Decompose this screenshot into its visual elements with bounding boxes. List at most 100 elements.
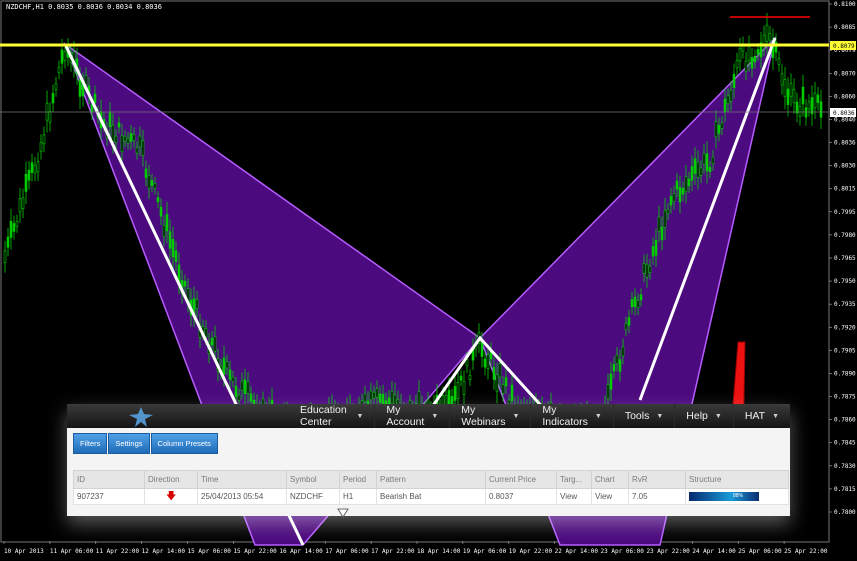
candle-body bbox=[156, 197, 160, 203]
candle-body bbox=[810, 97, 814, 115]
column-presets-button[interactable]: Column Presets bbox=[150, 433, 218, 454]
candle-body bbox=[654, 239, 658, 256]
nav-education-center[interactable]: Education Center ▼ bbox=[289, 404, 376, 428]
chevron-down-icon: ▼ bbox=[714, 412, 722, 420]
candle-body bbox=[678, 186, 682, 203]
nav-my-indicators[interactable]: My Indicators ▼ bbox=[531, 404, 614, 428]
price-tick-label: 0.7860 bbox=[834, 417, 856, 424]
candle-body bbox=[51, 93, 55, 104]
col-rvr[interactable]: RvR bbox=[628, 470, 686, 489]
candle-body bbox=[702, 153, 706, 165]
structure-progress-bar: 88% bbox=[689, 492, 759, 501]
candle-body bbox=[15, 220, 19, 227]
candle-body bbox=[6, 236, 10, 248]
chevron-down-icon: ▼ bbox=[594, 412, 602, 420]
col-pattern[interactable]: Pattern bbox=[376, 470, 486, 489]
candle-body bbox=[48, 111, 52, 123]
col-time[interactable]: Time bbox=[197, 470, 287, 489]
candle-body bbox=[735, 60, 739, 69]
candle-body bbox=[615, 354, 619, 364]
price-tick-label: 0.7950 bbox=[834, 278, 856, 285]
nav-tools[interactable]: Tools ▼ bbox=[614, 404, 676, 428]
star-logo-icon bbox=[129, 407, 153, 427]
candle-body bbox=[738, 48, 742, 62]
candle-body bbox=[723, 98, 727, 113]
chevron-down-icon: ▼ bbox=[512, 412, 520, 420]
current-price-text: 0.8036 bbox=[833, 110, 855, 117]
candle-body bbox=[684, 176, 688, 193]
candle-body bbox=[627, 317, 631, 326]
nav-label: Tools bbox=[624, 410, 650, 422]
col-symbol[interactable]: Symbol bbox=[286, 470, 340, 489]
candle-body bbox=[501, 384, 505, 394]
candle-body bbox=[498, 363, 502, 378]
price-tick-label: 0.7920 bbox=[834, 324, 856, 331]
price-tick-label: 0.7800 bbox=[834, 509, 856, 516]
candle-body bbox=[624, 323, 628, 330]
candle-body bbox=[30, 162, 34, 173]
candle-body bbox=[717, 124, 721, 134]
cell-id: 907237 bbox=[73, 488, 145, 505]
price-tick-label: 0.8015 bbox=[834, 186, 856, 193]
price-tick-label: 0.8036 bbox=[834, 140, 856, 147]
nav-my-account[interactable]: My Account ▼ bbox=[375, 404, 451, 428]
price-tick-label: 0.8060 bbox=[834, 93, 856, 100]
nav-help[interactable]: Help ▼ bbox=[675, 404, 734, 428]
candle-body bbox=[210, 337, 214, 346]
candle-body bbox=[495, 374, 499, 392]
filters-button[interactable]: Filters bbox=[73, 433, 108, 454]
col-direction[interactable]: Direction bbox=[144, 470, 198, 489]
col-id[interactable]: ID bbox=[73, 470, 145, 489]
candle-body bbox=[807, 101, 811, 110]
time-tick-label: 23 Apr 06:00 bbox=[601, 548, 645, 555]
time-tick-label: 19 Apr 22:00 bbox=[509, 548, 553, 555]
col-current-price[interactable]: Current Price bbox=[485, 470, 557, 489]
candle-body bbox=[234, 385, 238, 397]
col-period[interactable]: Period bbox=[339, 470, 377, 489]
candle-body bbox=[504, 377, 508, 387]
candle-body bbox=[786, 88, 790, 105]
target-view-link[interactable]: View bbox=[556, 488, 592, 505]
col-target[interactable]: Targ... bbox=[556, 470, 592, 489]
candle-body bbox=[483, 358, 487, 368]
nav-hat[interactable]: HAT ▼ bbox=[734, 404, 790, 428]
time-tick-label: 23 Apr 22:00 bbox=[646, 548, 690, 555]
top-navigation: Education Center ▼ My Account ▼ My Webinar… bbox=[67, 404, 790, 428]
candle-body bbox=[363, 393, 367, 402]
col-chart[interactable]: Chart bbox=[591, 470, 629, 489]
candle-body bbox=[54, 83, 58, 91]
nav-label: Education Center bbox=[300, 404, 347, 428]
price-tick-label: 0.7890 bbox=[834, 370, 856, 377]
cell-symbol: NZDCHF bbox=[286, 488, 340, 505]
candle-body bbox=[144, 168, 148, 178]
candle-body bbox=[12, 223, 16, 232]
price-tick-label: 0.8085 bbox=[834, 24, 856, 31]
candle-body bbox=[633, 296, 637, 307]
chevron-down-icon: ▼ bbox=[656, 412, 664, 420]
table-row[interactable]: 907237 🡇 25/04/2013 05:54 NZDCHF H1 Bear… bbox=[73, 488, 789, 505]
scroll-down-icon[interactable] bbox=[337, 508, 349, 518]
candle-body bbox=[150, 180, 154, 186]
cell-direction: 🡇 bbox=[144, 488, 198, 505]
candle-body bbox=[510, 384, 514, 402]
time-tick-label: 15 Apr 22:00 bbox=[233, 548, 277, 555]
time-tick-label: 25 Apr 06:00 bbox=[738, 548, 782, 555]
candle-body bbox=[57, 66, 61, 73]
candle-body bbox=[159, 206, 163, 217]
chart-view-link[interactable]: View bbox=[591, 488, 629, 505]
time-tick-label: 10 Apr 2013 bbox=[4, 548, 44, 555]
nav-my-webinars[interactable]: My Webinars ▼ bbox=[450, 404, 532, 428]
time-tick-label: 19 Apr 06:00 bbox=[463, 548, 507, 555]
cell-period: H1 bbox=[339, 488, 377, 505]
candle-body bbox=[666, 209, 670, 215]
col-structure[interactable]: Structure bbox=[685, 470, 789, 489]
candle-body bbox=[450, 396, 454, 405]
candle-body bbox=[18, 198, 22, 213]
candle-body bbox=[630, 299, 634, 307]
candle-body bbox=[804, 107, 808, 118]
candle-body bbox=[711, 156, 715, 164]
candle-body bbox=[681, 187, 685, 195]
candle-body bbox=[618, 359, 622, 372]
candle-body bbox=[222, 357, 226, 375]
settings-button[interactable]: Settings bbox=[108, 433, 150, 454]
